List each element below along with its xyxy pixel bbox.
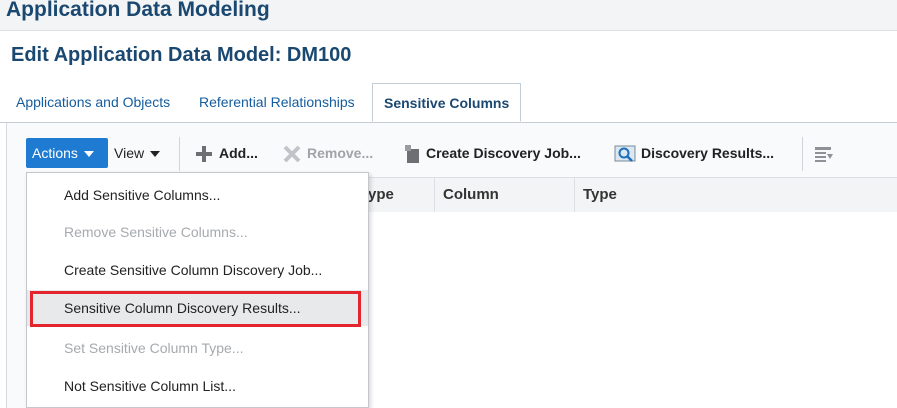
discovery-results-icon xyxy=(614,145,636,163)
tab-applications-and-objects[interactable]: Applications and Objects xyxy=(16,83,170,122)
view-label: View xyxy=(114,145,145,161)
menu-item-remove-sensitive-columns[interactable]: Remove Sensitive Columns... xyxy=(27,214,368,250)
column-header-column[interactable]: Column xyxy=(434,178,574,212)
actions-menu-button[interactable]: Actions xyxy=(26,138,108,168)
detach-table-icon xyxy=(815,147,833,163)
discovery-results-button[interactable]: Discovery Results... xyxy=(614,138,774,168)
plus-icon xyxy=(196,146,212,163)
job-icon xyxy=(405,145,419,164)
table-body xyxy=(368,212,897,408)
create-discovery-job-button[interactable]: Create Discovery Job... xyxy=(403,138,581,168)
app-header: Application Data Modeling xyxy=(0,0,897,31)
app-title: Application Data Modeling xyxy=(6,0,270,21)
tab-referential-relationships[interactable]: Referential Relationships xyxy=(199,83,355,122)
menu-item-discovery-results[interactable]: Sensitive Column Discovery Results... xyxy=(27,290,368,326)
discovery-results-label: Discovery Results... xyxy=(641,145,775,161)
chevron-down-icon xyxy=(83,151,94,158)
toolbar-divider xyxy=(802,137,803,171)
table-header: ype Column Type xyxy=(368,177,897,213)
toolbar-divider xyxy=(179,137,180,171)
remove-label: Remove... xyxy=(307,145,374,161)
add-label: Add... xyxy=(219,145,258,161)
tab-sensitive-columns[interactable]: Sensitive Columns xyxy=(372,83,522,122)
add-button[interactable]: Add... xyxy=(194,138,258,168)
column-header-type[interactable]: Type xyxy=(574,178,897,212)
create-discovery-job-label: Create Discovery Job... xyxy=(426,145,581,161)
column-header-type-partial[interactable]: ype xyxy=(368,178,434,212)
actions-label: Actions xyxy=(32,145,78,161)
x-icon xyxy=(283,145,301,163)
remove-button[interactable]: Remove... xyxy=(282,138,373,168)
tab-bar: Applications and Objects Referential Rel… xyxy=(0,83,897,123)
menu-item-add-sensitive-columns[interactable]: Add Sensitive Columns... xyxy=(27,177,368,213)
toolbar: Actions View Add... Remove... Create Dis… xyxy=(6,133,897,175)
menu-item-not-sensitive-column-list[interactable]: Not Sensitive Column List... xyxy=(27,368,368,404)
chevron-down-icon xyxy=(150,151,161,158)
menu-item-create-discovery-job[interactable]: Create Sensitive Column Discovery Job... xyxy=(27,252,368,288)
view-menu-button[interactable]: View xyxy=(114,138,161,168)
actions-dropdown-menu: Add Sensitive Columns... Remove Sensitiv… xyxy=(26,172,369,408)
detach-button[interactable] xyxy=(814,138,839,168)
page-title: Edit Application Data Model: DM100 xyxy=(11,44,352,66)
menu-item-set-sensitive-column-type[interactable]: Set Sensitive Column Type... xyxy=(27,330,368,366)
